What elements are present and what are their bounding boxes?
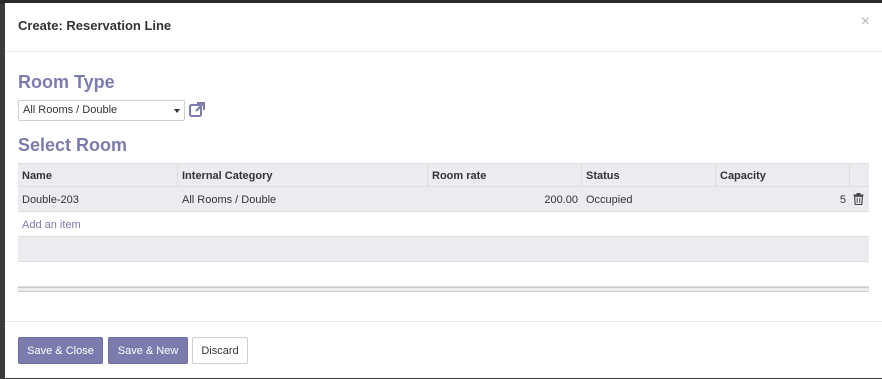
cell-room-rate: 200.00 [544, 194, 578, 206]
cell-status: Occupied [586, 194, 633, 206]
trash-icon[interactable] [853, 193, 864, 205]
save-new-button[interactable]: Save & New [108, 337, 188, 364]
room-type-select[interactable]: All Rooms / Double [18, 100, 185, 121]
grid-footer [18, 287, 869, 292]
room-grid: Name Internal Category Room rate Status … [18, 163, 869, 292]
column-header-capacity[interactable]: Capacity [716, 164, 850, 186]
add-item-row: Add an item [18, 212, 869, 237]
add-item-link[interactable]: Add an item [22, 219, 81, 231]
dialog-footer: Save & Close Save & New Discard [5, 321, 882, 379]
discard-button[interactable]: Discard [192, 337, 248, 364]
dialog-title: Create: Reservation Line [18, 18, 172, 33]
column-header-category[interactable]: Internal Category [178, 164, 428, 186]
column-header-status[interactable]: Status [582, 164, 716, 186]
caret-down-icon [174, 109, 180, 113]
reservation-line-dialog: Create: Reservation Line × Room Type All… [5, 3, 882, 378]
cell-name: Double-203 [22, 194, 79, 206]
external-link-icon[interactable] [188, 101, 206, 119]
cell-capacity: 5 [839, 194, 846, 206]
grid-header: Name Internal Category Room rate Status … [18, 163, 869, 187]
room-type-value: All Rooms / Double [23, 104, 118, 116]
column-header-name[interactable]: Name [18, 164, 178, 186]
cell-category: All Rooms / Double [182, 194, 277, 206]
column-header-delete [850, 164, 869, 186]
save-close-button[interactable]: Save & Close [18, 337, 103, 364]
close-icon[interactable]: × [861, 14, 870, 30]
empty-row [18, 237, 869, 262]
empty-row [18, 262, 869, 287]
select-room-heading: Select Room [18, 135, 128, 155]
dialog-header: Create: Reservation Line × [5, 3, 882, 52]
room-type-heading: Room Type [18, 72, 115, 92]
column-header-room-rate[interactable]: Room rate [428, 164, 582, 186]
table-row[interactable]: Double-203 All Rooms / Double 200.00 Occ… [18, 187, 869, 212]
